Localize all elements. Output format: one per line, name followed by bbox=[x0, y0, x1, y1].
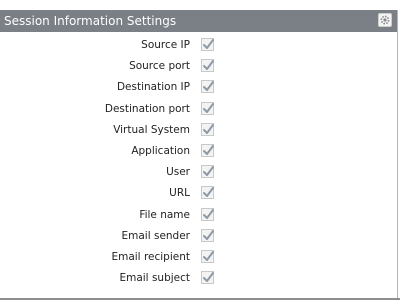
field-label: Virtual System bbox=[113, 123, 190, 136]
field-row-email-subject: Email subject bbox=[0, 269, 397, 290]
checkmark-icon bbox=[203, 144, 214, 155]
field-label: Source port bbox=[129, 60, 190, 73]
field-row-destination-ip: Destination IP bbox=[0, 78, 397, 99]
settings-button[interactable] bbox=[378, 13, 392, 27]
field-label: Email subject bbox=[119, 272, 190, 285]
gear-icon bbox=[380, 15, 390, 25]
field-checkbox[interactable] bbox=[201, 122, 214, 136]
checkmark-icon bbox=[203, 60, 214, 71]
top-strip bbox=[0, 0, 400, 10]
field-label: Application bbox=[131, 144, 190, 157]
field-label: Destination IP bbox=[116, 81, 190, 94]
checkmark-icon bbox=[203, 229, 214, 240]
panel-title: Session Information Settings bbox=[4, 14, 177, 28]
field-label: Email sender bbox=[121, 229, 191, 242]
checkmark-icon bbox=[203, 123, 214, 134]
checkmark-icon bbox=[203, 272, 214, 283]
field-row-virtual-system: Virtual System bbox=[0, 121, 397, 142]
checkmark-icon bbox=[203, 81, 214, 92]
field-checkbox[interactable] bbox=[201, 80, 214, 94]
field-checkbox[interactable] bbox=[201, 271, 214, 285]
checkmark-icon bbox=[203, 39, 214, 49]
field-row-user: User bbox=[0, 163, 397, 184]
field-row-source-port: Source port bbox=[0, 57, 397, 78]
session-fields-list: Source IP Source port Destination IP Des… bbox=[0, 36, 397, 290]
checkmark-icon bbox=[203, 250, 214, 261]
field-checkbox[interactable] bbox=[201, 101, 214, 115]
field-label: Email recipient bbox=[111, 250, 190, 263]
field-checkbox[interactable] bbox=[201, 207, 214, 221]
field-label: Source IP bbox=[141, 39, 190, 51]
field-checkbox[interactable] bbox=[201, 143, 214, 157]
field-row-url: URL bbox=[0, 184, 397, 205]
field-checkbox[interactable] bbox=[201, 38, 214, 51]
field-row-destination-port: Destination port bbox=[0, 100, 397, 121]
field-checkbox[interactable] bbox=[201, 165, 214, 179]
checkmark-icon bbox=[203, 187, 214, 198]
field-row-email-sender: Email sender bbox=[0, 227, 397, 248]
field-row-application: Application bbox=[0, 142, 397, 163]
field-checkbox[interactable] bbox=[201, 228, 214, 242]
field-label: File name bbox=[139, 208, 190, 221]
checkmark-icon bbox=[203, 166, 214, 177]
field-row-source-ip: Source IP bbox=[0, 36, 397, 57]
field-row-file-name: File name bbox=[0, 206, 397, 227]
panel-header: Session Information Settings bbox=[0, 10, 397, 32]
field-row-email-recipient: Email recipient bbox=[0, 248, 397, 269]
field-label: URL bbox=[169, 187, 190, 200]
field-checkbox[interactable] bbox=[201, 249, 214, 263]
field-checkbox[interactable] bbox=[201, 186, 214, 200]
panel-right-border bbox=[397, 10, 398, 300]
field-checkbox[interactable] bbox=[201, 59, 214, 73]
field-label: User bbox=[166, 166, 190, 179]
checkmark-icon bbox=[203, 208, 214, 219]
field-label: Destination port bbox=[104, 102, 190, 115]
checkmark-icon bbox=[203, 102, 214, 113]
